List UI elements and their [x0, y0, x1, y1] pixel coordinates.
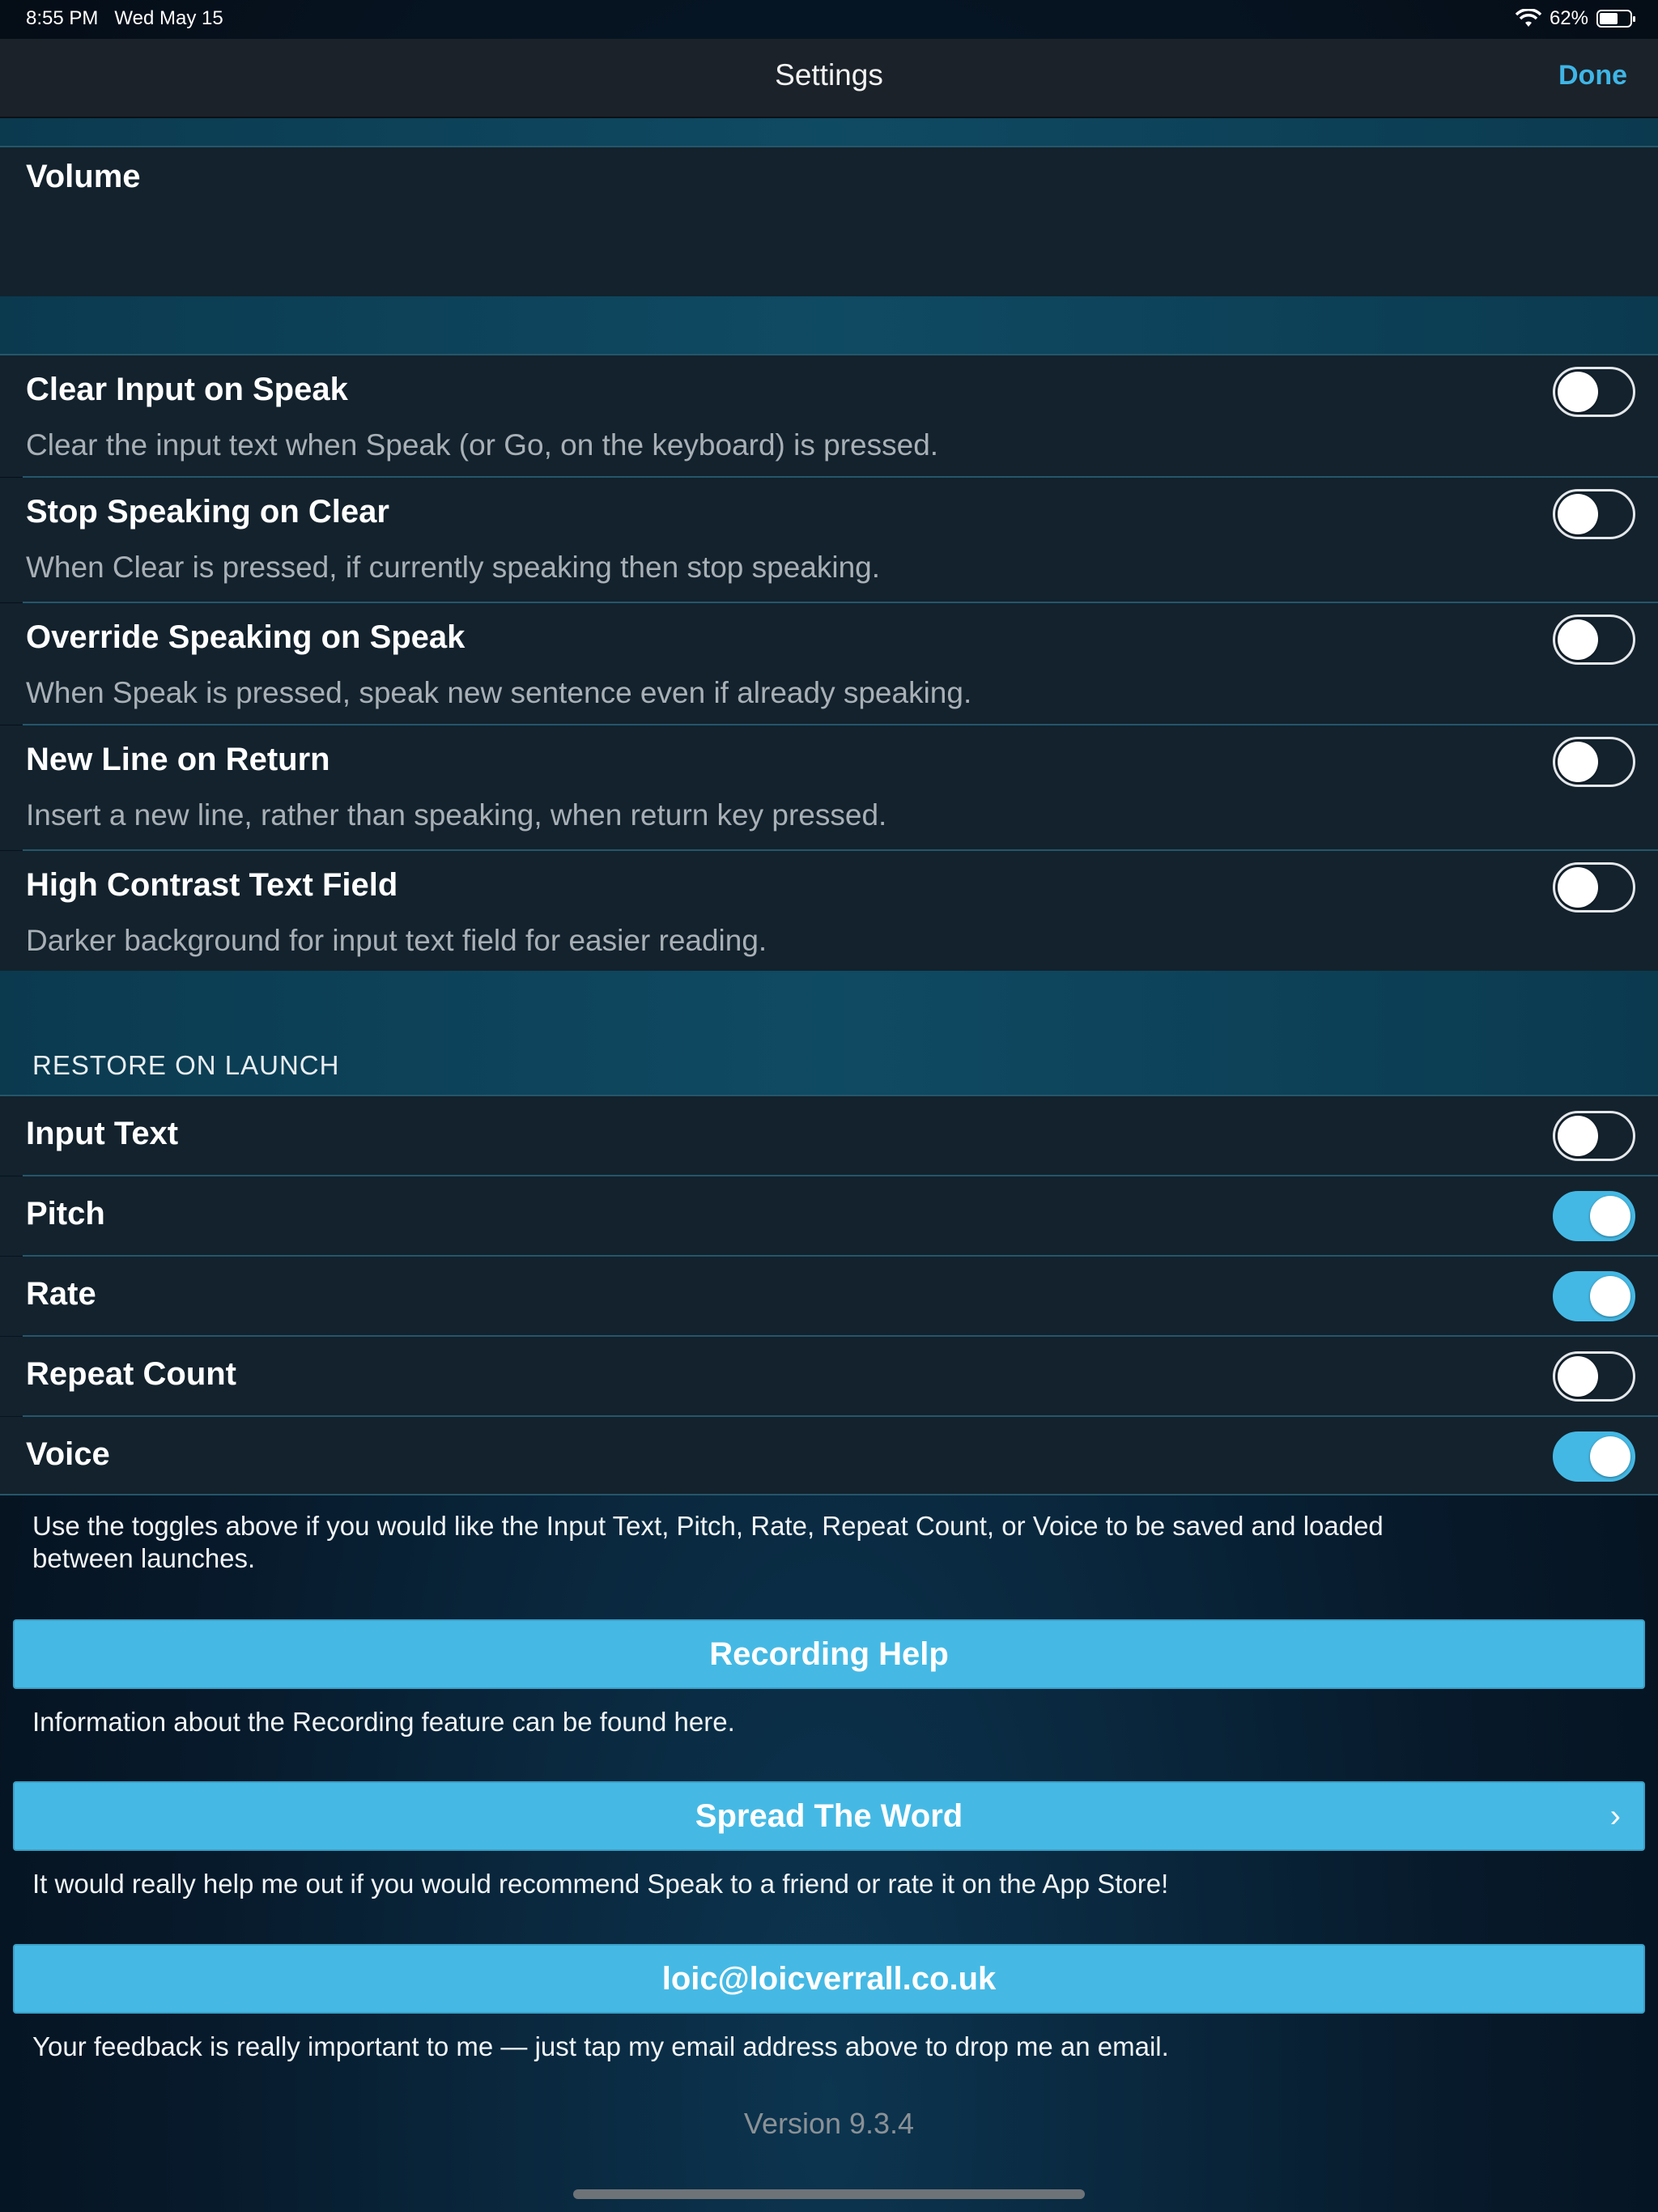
option-label: Stop Speaking on Clear: [26, 494, 389, 530]
restore-voice-toggle[interactable]: [1553, 1431, 1635, 1482]
high-contrast-text-field-toggle[interactable]: [1553, 862, 1635, 912]
email-button[interactable]: loic@loicverrall.co.uk: [13, 1944, 1645, 2014]
restore-label: Input Text: [26, 1116, 179, 1151]
restore-row-rate: Rate: [0, 1257, 1658, 1336]
option-label: New Line on Return: [26, 742, 330, 777]
section-spacer: [0, 118, 1658, 146]
option-description: Insert a new line, rather than speaking,…: [26, 798, 887, 832]
restore-label: Rate: [26, 1276, 96, 1312]
battery-icon: [1596, 10, 1635, 28]
option-row-clear-input-on-speak: Clear Input on Speak Clear the input tex…: [0, 355, 1658, 477]
chevron-right-icon: ›: [1609, 1798, 1621, 1834]
home-indicator[interactable]: [573, 2189, 1085, 2199]
spread-the-word-note: It would really help me out if you would…: [32, 1869, 1169, 1899]
status-time: 8:55 PM Wed May 15: [26, 7, 223, 29]
new-line-on-return-toggle[interactable]: [1553, 737, 1635, 787]
page-title: Settings: [775, 58, 883, 91]
restore-footer-text: Use the toggles above if you would like …: [32, 1511, 1384, 1573]
wifi-icon: [1515, 9, 1541, 27]
restore-input-text-toggle[interactable]: [1553, 1111, 1635, 1161]
restore-row-voice: Voice: [0, 1417, 1658, 1495]
restore-repeat-count-toggle[interactable]: [1553, 1351, 1635, 1402]
spread-the-word-button[interactable]: Spread The Word ›: [13, 1781, 1645, 1851]
option-row-new-line-on-return: New Line on Return Insert a new line, ra…: [0, 725, 1658, 850]
option-description: When Clear is pressed, if currently spea…: [26, 551, 881, 584]
restore-rate-toggle[interactable]: [1553, 1271, 1635, 1321]
option-label: Override Speaking on Speak: [26, 619, 466, 655]
volume-row[interactable]: Volume: [0, 147, 1658, 296]
battery-percent: 62%: [1549, 7, 1588, 29]
option-row-stop-speaking-on-clear: Stop Speaking on Clear When Clear is pre…: [0, 478, 1658, 602]
nav-bar: Settings Done: [0, 39, 1658, 118]
restore-label: Repeat Count: [26, 1356, 236, 1392]
done-button[interactable]: Done: [1558, 60, 1627, 91]
option-description: Clear the input text when Speak (or Go, …: [26, 428, 939, 462]
status-bar: 8:55 PM Wed May 15 62%: [0, 0, 1658, 39]
status-date: Wed May 15: [114, 7, 223, 29]
email-note: Your feedback is really important to me …: [32, 2031, 1169, 2061]
stop-speaking-on-clear-toggle[interactable]: [1553, 489, 1635, 539]
restore-row-repeat-count: Repeat Count: [0, 1337, 1658, 1416]
option-label: High Contrast Text Field: [26, 867, 398, 903]
option-description: Darker background for input text field f…: [26, 924, 767, 957]
restore-on-launch-header: RESTORE ON LAUNCH: [32, 1050, 340, 1080]
restore-row-pitch: Pitch: [0, 1176, 1658, 1256]
option-row-override-speaking-on-speak: Override Speaking on Speak When Speak is…: [0, 603, 1658, 725]
restore-label: Pitch: [26, 1196, 105, 1231]
volume-label: Volume: [26, 159, 141, 194]
separator: [0, 1494, 1658, 1495]
option-description: When Speak is pressed, speak new sentenc…: [26, 676, 972, 709]
override-speaking-on-speak-toggle[interactable]: [1553, 615, 1635, 665]
section-spacer: [0, 296, 1658, 355]
restore-label: Voice: [26, 1436, 110, 1472]
restore-row-input-text: Input Text: [0, 1096, 1658, 1176]
recording-help-note: Information about the Recording feature …: [32, 1707, 735, 1737]
section-header-band: RESTORE ON LAUNCH: [0, 971, 1658, 1095]
restore-pitch-toggle[interactable]: [1553, 1191, 1635, 1241]
clear-input-on-speak-toggle[interactable]: [1553, 367, 1635, 417]
option-label: Clear Input on Speak: [26, 372, 348, 407]
recording-help-button[interactable]: Recording Help: [13, 1619, 1645, 1689]
option-row-high-contrast-text-field: High Contrast Text Field Darker backgrou…: [0, 851, 1658, 971]
version-label: Version 9.3.4: [743, 2107, 915, 2140]
